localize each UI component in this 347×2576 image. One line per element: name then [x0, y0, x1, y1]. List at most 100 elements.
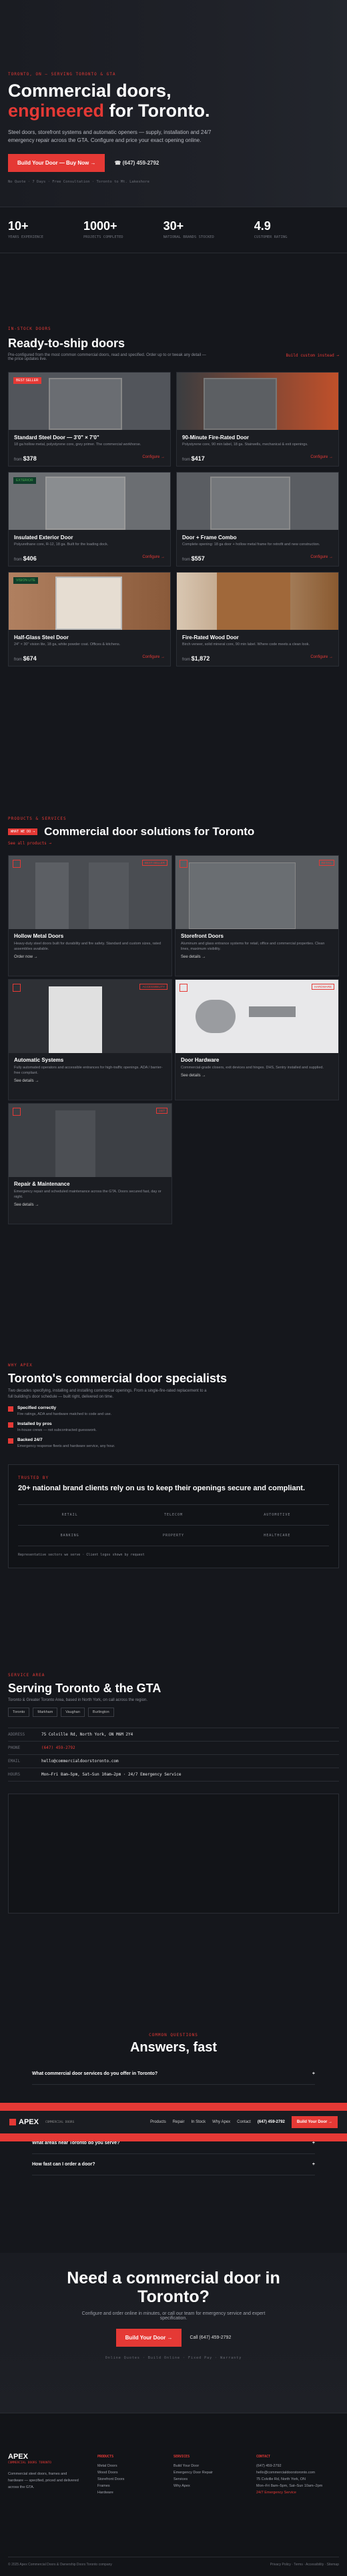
- phone-link[interactable]: (647) 459-2792: [41, 1746, 75, 1750]
- brand-cell: TELECOM: [121, 1505, 226, 1526]
- footer-emergency: 24/7 Emergency Service: [256, 2491, 296, 2495]
- hero-phone-link[interactable]: ☎ (647) 459-2792: [114, 160, 159, 166]
- nav-in-stock[interactable]: In Stock: [191, 2120, 206, 2124]
- area-chip[interactable]: Vaughan: [61, 1708, 85, 1717]
- solution-card[interactable]: HARDWARE Door Hardware Commercial-grade c…: [175, 979, 339, 1100]
- faq-item[interactable]: How fast can I order a door? +: [32, 2154, 315, 2175]
- footer-link[interactable]: Services: [174, 2476, 240, 2483]
- configure-button[interactable]: Configure →: [310, 555, 333, 562]
- solution-card[interactable]: 24/7 Repair & Maintenance Emergency repai…: [8, 1103, 172, 1224]
- hero-title-line1: Commercial doors,: [8, 81, 171, 101]
- product-desc: 18 ga hollow metal, polystyrene core, gr…: [14, 443, 141, 447]
- nav-why-apex[interactable]: Why Apex: [212, 2120, 230, 2124]
- apex-logo[interactable]: APEX: [9, 2118, 39, 2126]
- hours-value: Mon–Fri 8am–5pm, Sat–Sun 10am–2pm · 24/7…: [41, 1772, 182, 1777]
- stat-rating: 4.9 CUSTOMER RATING: [254, 219, 288, 239]
- solution-link[interactable]: See details →: [14, 1079, 166, 1083]
- configure-button[interactable]: Configure →: [142, 655, 165, 662]
- area-chip[interactable]: Markham: [33, 1708, 58, 1717]
- solution-link[interactable]: Order now →: [14, 955, 166, 959]
- see-all-link[interactable]: See all products →: [8, 841, 339, 846]
- product-card[interactable]: EXTERIOR Insulated Exterior Door Polyuret…: [8, 472, 171, 567]
- automatic-door-icon: [13, 984, 21, 992]
- solutions-eyebrow: PRODUCTS & SERVICES: [8, 816, 67, 821]
- solution-desc: Aluminum and glass entrance systems for …: [181, 942, 325, 951]
- plus-icon: +: [312, 2141, 315, 2145]
- nav-repair[interactable]: Repair: [173, 2120, 185, 2124]
- brands-panel: TRUSTED BY 20+ national brand clients re…: [8, 1464, 339, 1568]
- footer-logo[interactable]: APEX: [8, 2453, 81, 2461]
- footer-link[interactable]: Frames: [97, 2483, 157, 2489]
- product-card[interactable]: VISION LITE Half-Glass Steel Door 24" × 3…: [8, 572, 171, 666]
- configure-button[interactable]: Configure →: [310, 655, 333, 662]
- configure-button[interactable]: Configure →: [142, 455, 165, 462]
- solution-name: Hollow Metal Doors: [14, 933, 64, 939]
- hardware-icon: [180, 984, 188, 992]
- footer-link[interactable]: Build Your Door: [174, 2463, 240, 2469]
- check-item: Specified correctly Fire ratings, ADA and…: [8, 1406, 339, 1416]
- nav-contact[interactable]: Contact: [237, 2120, 251, 2124]
- legal-links[interactable]: Privacy Policy · Terms · Accessibility ·…: [270, 2563, 339, 2567]
- product-tag: EXTERIOR: [13, 477, 36, 484]
- cta-build-button[interactable]: Build Your Door →: [115, 2329, 182, 2347]
- solution-link[interactable]: See details →: [181, 1074, 333, 1078]
- plus-icon: +: [312, 2162, 315, 2167]
- solution-name: Storefront Doors: [181, 933, 224, 939]
- solution-link[interactable]: See details →: [181, 955, 333, 959]
- wrench-icon: [13, 1108, 21, 1116]
- cta-call-link[interactable]: Call (647) 459-2792: [190, 2335, 231, 2340]
- nav-build-button[interactable]: Build Your Door →: [291, 2116, 338, 2128]
- spec-desc: Two decades specifying, installing and i…: [8, 1389, 207, 1399]
- footer-address: 75 Colville Rd, North York, ON: [256, 2477, 306, 2481]
- footer-link[interactable]: Metal Doors: [97, 2463, 157, 2469]
- brand-cell: AUTOMOTIVE: [225, 1505, 329, 1526]
- solution-card[interactable]: RETAIL Storefront Doors Aluminum and glas…: [175, 855, 339, 976]
- product-card[interactable]: Fire-Rated Wood Door Birch veneer, solid …: [176, 572, 339, 666]
- solution-desc: Emergency repair and scheduled maintenan…: [14, 1190, 161, 1199]
- configure-button[interactable]: Configure →: [310, 455, 333, 462]
- footer-link[interactable]: Wood Doors: [97, 2469, 157, 2476]
- hero-title-line2: for Toronto.: [104, 101, 210, 121]
- service-area-map[interactable]: [8, 1794, 339, 1914]
- faq-item[interactable]: What commercial door services do you off…: [32, 2063, 315, 2085]
- product-desc: 24" × 30" vision lite, 18 ga, white powd…: [14, 643, 121, 646]
- build-custom-link[interactable]: Build custom instead →: [286, 353, 339, 361]
- check-icon: [8, 1422, 13, 1428]
- footer-link[interactable]: Storefront Doors: [97, 2476, 157, 2483]
- build-door-button[interactable]: Build Your Door — Buy Now →: [8, 154, 105, 172]
- nav-products[interactable]: Products: [150, 2120, 166, 2124]
- brands-eyebrow: TRUSTED BY: [18, 1476, 49, 1480]
- check-icon: [8, 1406, 13, 1412]
- check-icon: [8, 1438, 13, 1444]
- solution-badge: RETAIL: [318, 860, 334, 866]
- product-card[interactable]: BEST SELLER Standard Steel Door — 3'0" ×…: [8, 372, 171, 467]
- footer-blurb: Commercial steel doors, frames and hardw…: [8, 2472, 79, 2489]
- area-chip[interactable]: Toronto: [8, 1708, 30, 1717]
- solution-link[interactable]: See details →: [14, 1203, 166, 1207]
- solution-card[interactable]: ACCESSIBILITY Automatic Systems Fully aut…: [8, 979, 172, 1100]
- footer-link[interactable]: Emergency Door Repair: [174, 2469, 240, 2476]
- faq-title: Answers, fast: [129, 2040, 218, 2055]
- product-card[interactable]: 90-Minute Fire-Rated Door Polystyrene cor…: [176, 372, 339, 467]
- brand-cell: RETAIL: [18, 1505, 122, 1526]
- specialists-section: WHY APEX Toronto's commercial door speci…: [0, 1363, 347, 1643]
- address-value: 75 Colville Rd, North York, ON M6M 2Y4: [41, 1732, 133, 1737]
- configure-button[interactable]: Configure →: [142, 555, 165, 562]
- hero-section: TORONTO, ON — SERVING TORONTO & GTA Comm…: [0, 0, 347, 207]
- nav-phone[interactable]: (647) 459-2792: [258, 2120, 285, 2124]
- solution-card[interactable]: BEST SELLER Hollow Metal Doors Heavy-duty…: [8, 855, 172, 976]
- footer-link[interactable]: Hardware: [97, 2489, 157, 2496]
- footer-link[interactable]: Why Apex: [174, 2483, 240, 2489]
- email-link[interactable]: hello@commercialdoorstoronto.com: [41, 1759, 119, 1764]
- hero-tagline: No Quote · 7 Days · Free Consultation · …: [8, 180, 149, 184]
- product-desc: Polystyrene core, 90 min label, 18 ga. S…: [182, 443, 308, 447]
- product-card[interactable]: Door + Frame Combo Complete opening: 18 g…: [176, 472, 339, 567]
- footer-phone[interactable]: (647) 459-2792: [256, 2463, 336, 2469]
- solution-name: Repair & Maintenance: [14, 1181, 70, 1187]
- product-name: Half-Glass Steel Door: [14, 635, 69, 641]
- footer-email[interactable]: hello@commercialdoorstoronto.com: [256, 2469, 336, 2476]
- area-chip[interactable]: Burlington: [87, 1708, 114, 1717]
- what-we-do-badge: WHAT WE DO →: [8, 828, 38, 835]
- sticky-navbar: APEX COMMERCIAL DOORS Products Repair In…: [0, 2103, 347, 2141]
- door-icon: [13, 860, 21, 868]
